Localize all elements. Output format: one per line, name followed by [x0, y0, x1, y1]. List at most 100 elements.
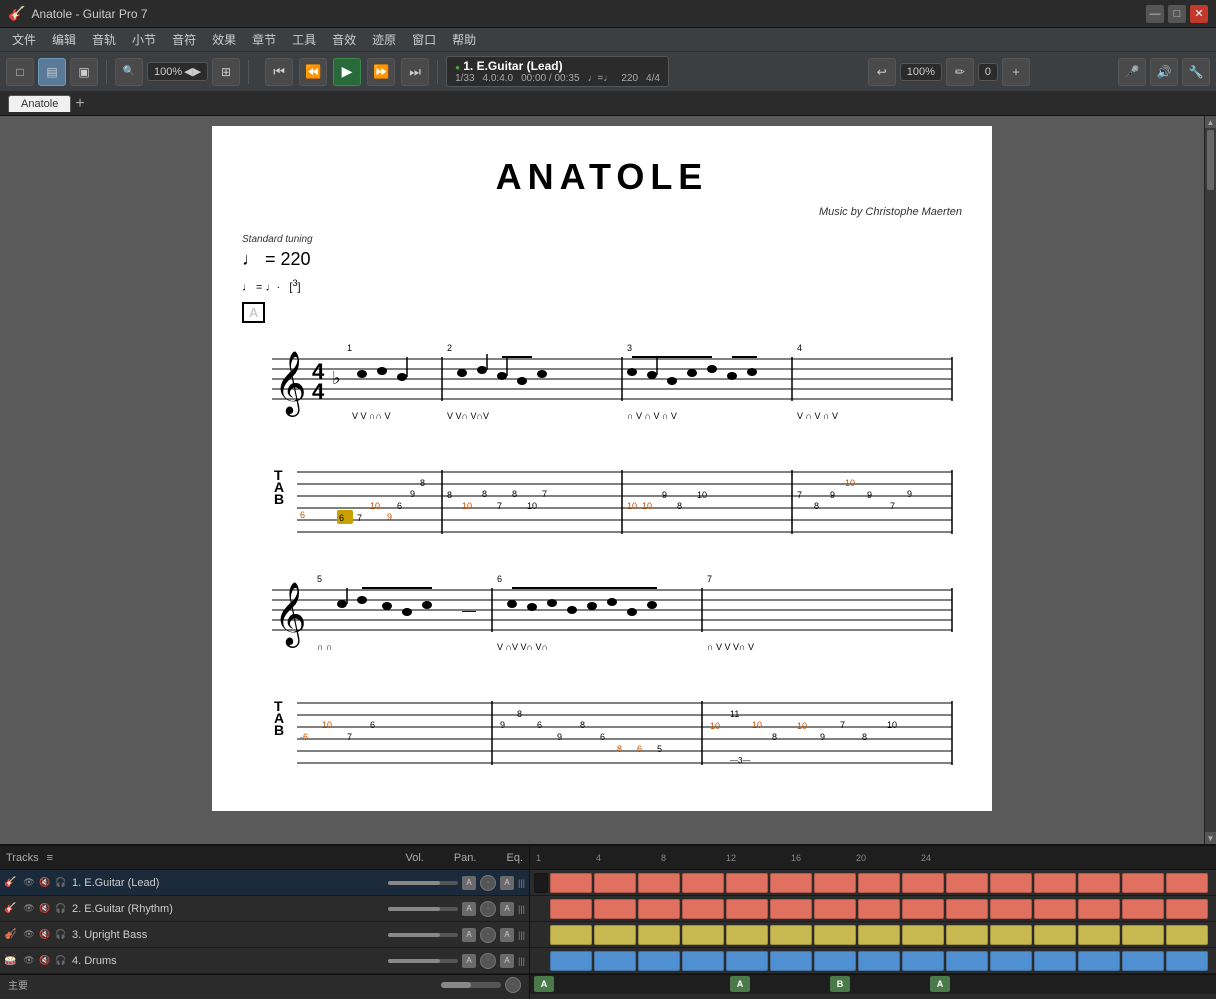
- vertical-scrollbar[interactable]: ▲ ▼: [1204, 116, 1216, 844]
- track-vol-slider-1[interactable]: [388, 881, 458, 885]
- seq-block[interactable]: [902, 925, 944, 945]
- seq-block[interactable]: [1078, 899, 1120, 919]
- seq-block[interactable]: [1166, 951, 1208, 971]
- seq-block[interactable]: [946, 899, 988, 919]
- seq-block[interactable]: [770, 873, 812, 893]
- seq-block[interactable]: [814, 951, 856, 971]
- track-pan-knob-3[interactable]: ·: [480, 927, 496, 943]
- minimize-button[interactable]: —: [1146, 5, 1164, 23]
- seq-block[interactable]: [638, 925, 680, 945]
- menu-view[interactable]: 迹原: [364, 29, 404, 50]
- track-mute-btn[interactable]: 🔇: [38, 928, 52, 942]
- track-row[interactable]: 🥁 👁 🔇 🎧 4. Drums A · A |||: [0, 948, 529, 974]
- seq-block[interactable]: [1122, 899, 1164, 919]
- menu-chapter[interactable]: 章节: [244, 29, 284, 50]
- seq-block[interactable]: [858, 951, 900, 971]
- menu-effect[interactable]: 效果: [204, 29, 244, 50]
- seq-block[interactable]: [1078, 873, 1120, 893]
- seq-block[interactable]: [1034, 925, 1076, 945]
- score-area[interactable]: ANATOLE Music by Christophe Maerten Stan…: [0, 116, 1204, 844]
- seq-block[interactable]: [858, 899, 900, 919]
- seq-block[interactable]: [858, 925, 900, 945]
- maximize-button[interactable]: □: [1168, 5, 1186, 23]
- seq-block[interactable]: [814, 899, 856, 919]
- seq-block[interactable]: [550, 925, 592, 945]
- view-score-btn[interactable]: ▤: [38, 58, 66, 86]
- track-solo-btn[interactable]: 🎧: [54, 902, 68, 916]
- track-vol-slider-3[interactable]: [388, 933, 458, 937]
- seq-block[interactable]: [946, 951, 988, 971]
- seq-block[interactable]: [946, 925, 988, 945]
- seq-block[interactable]: [946, 873, 988, 893]
- transport-end[interactable]: ⏭: [401, 58, 429, 86]
- seq-block[interactable]: [1034, 951, 1076, 971]
- track-row[interactable]: 🎸 👁 🔇 🎧 1. E.Guitar (Lead) A · A |||: [0, 870, 529, 896]
- seq-block[interactable]: [550, 951, 592, 971]
- menu-window[interactable]: 窗口: [404, 29, 444, 50]
- menu-measure[interactable]: 小节: [124, 29, 164, 50]
- transport-play[interactable]: ▶: [333, 58, 361, 86]
- track-solo-btn[interactable]: 🎧: [54, 928, 68, 942]
- seq-block[interactable]: [594, 925, 636, 945]
- seq-marker-block[interactable]: [534, 873, 548, 893]
- seq-block[interactable]: [770, 951, 812, 971]
- menu-tools[interactable]: 工具: [284, 29, 324, 50]
- microphone-btn[interactable]: 🎤: [1118, 58, 1146, 86]
- seq-block[interactable]: [990, 899, 1032, 919]
- menu-note[interactable]: 音符: [164, 29, 204, 50]
- track-eq-btn-3[interactable]: |||: [518, 930, 525, 940]
- grid-btn[interactable]: ⊞: [212, 58, 240, 86]
- seq-block[interactable]: [1166, 873, 1208, 893]
- close-button[interactable]: ✕: [1190, 5, 1208, 23]
- seq-block[interactable]: [638, 873, 680, 893]
- seq-block[interactable]: [990, 925, 1032, 945]
- seq-block[interactable]: [1122, 873, 1164, 893]
- track-row[interactable]: 🎻 👁 🔇 🎧 3. Upright Bass A · A |||: [0, 922, 529, 948]
- add-tab-button[interactable]: +: [75, 95, 84, 113]
- track-mute-btn[interactable]: 🔇: [38, 876, 52, 890]
- scroll-up-btn[interactable]: ▲: [1205, 116, 1216, 128]
- track-eq-btn-2[interactable]: |||: [518, 904, 525, 914]
- seq-block[interactable]: [638, 899, 680, 919]
- seq-block[interactable]: [902, 873, 944, 893]
- seq-block[interactable]: [858, 873, 900, 893]
- track-vol-slider-4[interactable]: [388, 959, 458, 963]
- seq-row-1[interactable]: [530, 870, 1216, 896]
- menu-edit[interactable]: 编辑: [44, 29, 84, 50]
- seq-block[interactable]: [902, 951, 944, 971]
- seq-block[interactable]: [1166, 925, 1208, 945]
- view-page-btn[interactable]: □: [6, 58, 34, 86]
- seq-block[interactable]: [1078, 925, 1120, 945]
- track-eq-btn-4[interactable]: |||: [518, 956, 525, 966]
- seq-block[interactable]: [902, 899, 944, 919]
- seq-block[interactable]: [770, 925, 812, 945]
- seq-block[interactable]: [594, 899, 636, 919]
- settings-btn[interactable]: 🔧: [1182, 58, 1210, 86]
- seq-block[interactable]: [594, 873, 636, 893]
- speaker-btn[interactable]: 🔊: [1150, 58, 1178, 86]
- seq-block[interactable]: [770, 899, 812, 919]
- seq-block[interactable]: [814, 925, 856, 945]
- pencil-btn[interactable]: ✏: [946, 58, 974, 86]
- seq-block[interactable]: [726, 873, 768, 893]
- seq-block[interactable]: [1034, 873, 1076, 893]
- track-solo-btn[interactable]: 🎧: [54, 954, 68, 968]
- seq-row-4[interactable]: [530, 948, 1216, 974]
- seq-row-2[interactable]: [530, 896, 1216, 922]
- seq-block[interactable]: [594, 951, 636, 971]
- seq-block[interactable]: [550, 873, 592, 893]
- track-pan-knob-2[interactable]: ·: [480, 901, 496, 917]
- undo-btn[interactable]: ↩: [868, 58, 896, 86]
- track-mute-btn[interactable]: 🔇: [38, 954, 52, 968]
- plus-btn[interactable]: +: [1002, 58, 1030, 86]
- track-mute-btn[interactable]: 🔇: [38, 902, 52, 916]
- track-pan-knob-4[interactable]: ·: [480, 953, 496, 969]
- seq-block[interactable]: [990, 951, 1032, 971]
- track-vol-slider-2[interactable]: [388, 907, 458, 911]
- transport-beginning[interactable]: ⏮: [265, 58, 293, 86]
- seq-block[interactable]: [1122, 951, 1164, 971]
- menu-audio[interactable]: 音效: [324, 29, 364, 50]
- track-row[interactable]: 🎸 👁 🔇 🎧 2. E.Guitar (Rhythm) A · A |||: [0, 896, 529, 922]
- track-pan-knob-1[interactable]: ·: [480, 875, 496, 891]
- seq-block[interactable]: [682, 873, 724, 893]
